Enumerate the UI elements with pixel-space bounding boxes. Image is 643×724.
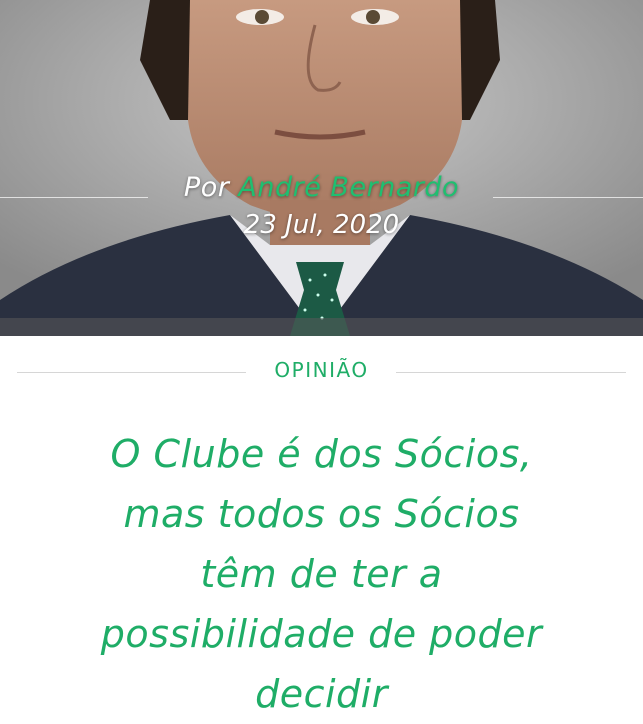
category-row: OPINIÃO (0, 336, 643, 406)
title-line: possibilidade de poder (100, 612, 543, 656)
publish-date: 23 Jul, 2020 (243, 210, 400, 240)
byline: Por André Bernardo (0, 172, 643, 203)
article-title: O Clube é dos Sócios, mas todos os Sócio… (0, 424, 643, 724)
category-label[interactable]: OPINIÃO (0, 358, 643, 382)
category-divider-right (396, 372, 626, 373)
hero-bottom-bar (0, 318, 643, 336)
author-link[interactable]: André Bernardo (238, 172, 459, 203)
author-portrait (0, 0, 643, 336)
byline-prefix: Por (183, 172, 230, 203)
title-line: têm de ter a (200, 552, 443, 596)
title-line: decidir (255, 672, 388, 716)
title-line: mas todos os Sócios (123, 492, 520, 536)
hero-image: Por André Bernardo 23 Jul, 2020 (0, 0, 643, 336)
title-line: O Clube é dos Sócios, (110, 432, 533, 476)
